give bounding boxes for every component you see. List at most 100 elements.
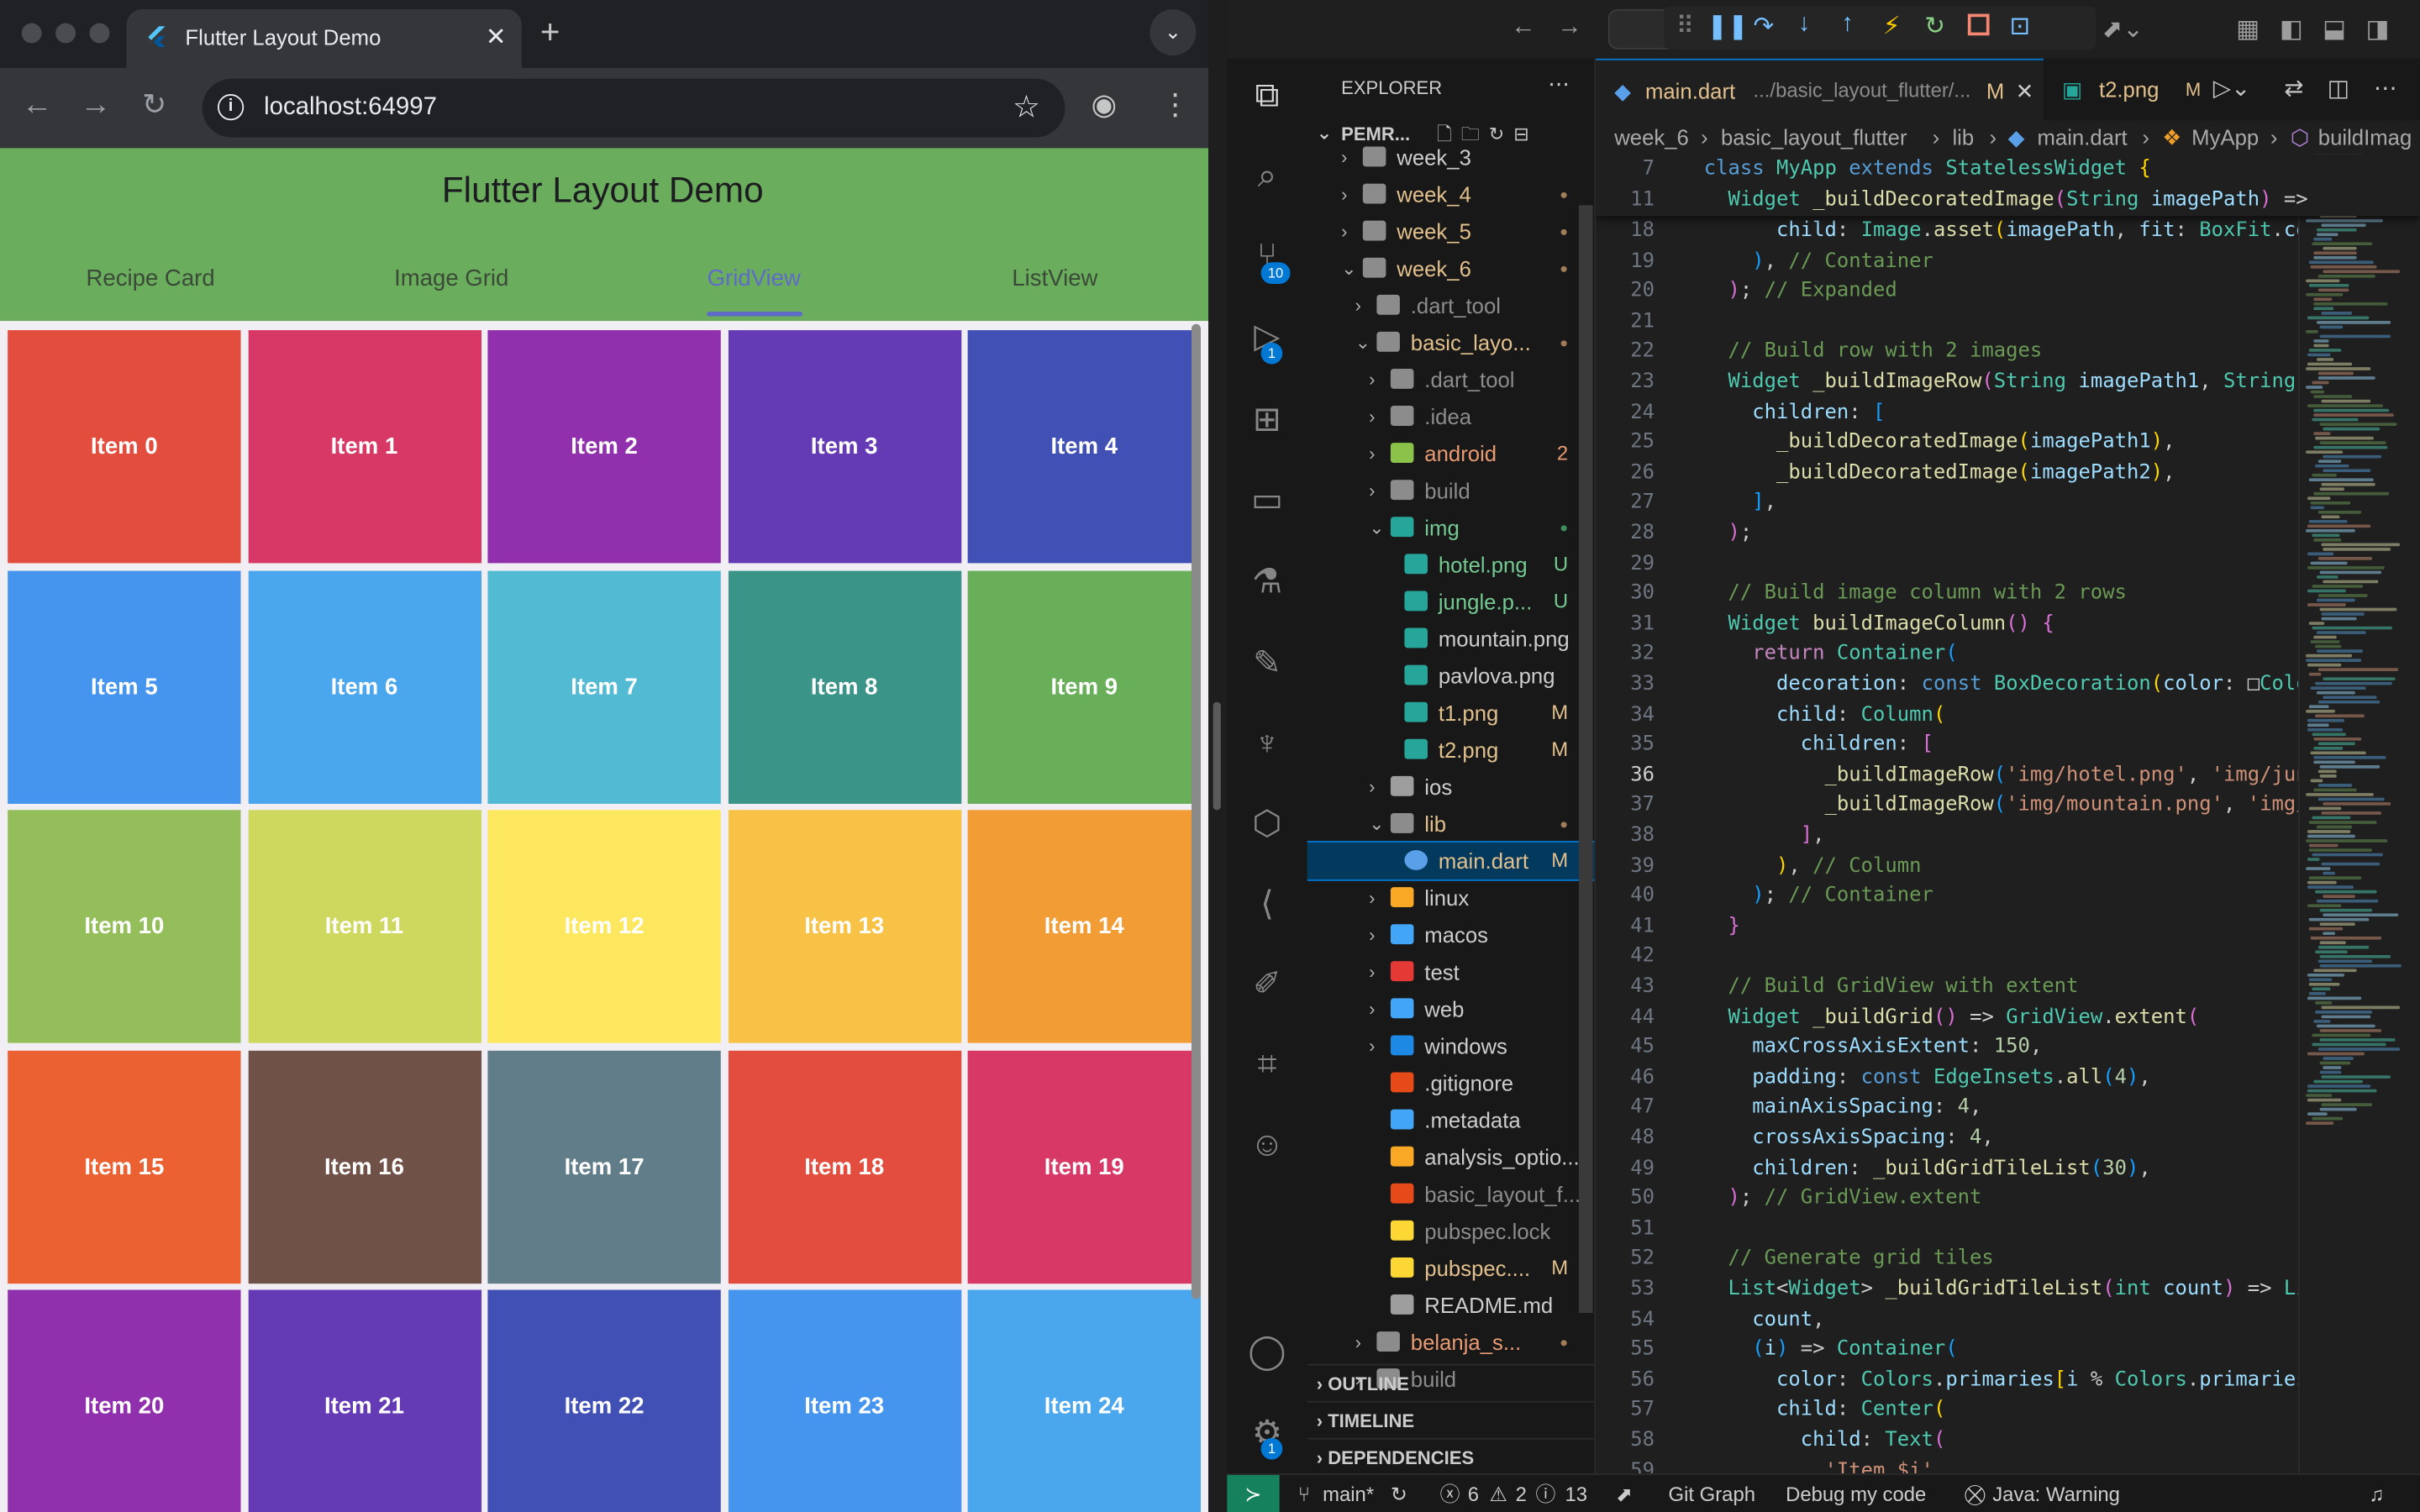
warning-icon[interactable]: ⚠ [1489, 1475, 1507, 1512]
remote-indicator-icon[interactable]: ≻ [1227, 1474, 1280, 1512]
sticky-scroll-header[interactable]: 7 class MyApp extends StatelessWidget {11… [1596, 154, 2420, 217]
java-status[interactable]: Java: Warning [1992, 1475, 2120, 1512]
extensions-icon[interactable]: ⊞ [1245, 398, 1288, 441]
outline-section[interactable]: › OUTLINE [1307, 1363, 1595, 1401]
more-actions-icon[interactable]: ⋯ [2374, 74, 2397, 102]
tree-file[interactable]: t2.png M [1307, 732, 1595, 769]
info-count[interactable]: 13 [1565, 1475, 1587, 1512]
notifications-bell-icon[interactable]: ♫ [2369, 1475, 2384, 1512]
tree-file[interactable]: pubspec.... M [1307, 1250, 1595, 1287]
close-tab-icon[interactable]: ✕ [486, 22, 507, 53]
tree-folder[interactable]: › test [1307, 953, 1595, 990]
code-line[interactable]: ), // Container [1704, 249, 1933, 273]
sync-icon[interactable]: ↻ [1391, 1475, 1407, 1512]
breadcrumb-item[interactable]: buildImag [2318, 120, 2412, 154]
error-count[interactable]: 6 [1468, 1475, 1479, 1512]
grid-scrollbar[interactable] [1191, 323, 1201, 1299]
timeline-section[interactable]: › TIMELINE [1307, 1400, 1595, 1438]
python-icon[interactable]: ♆ [1245, 722, 1288, 765]
package-icon[interactable]: ⬡ [1245, 802, 1288, 845]
code-line[interactable]: _buildDecoratedImage(imagePath1), [1704, 431, 2175, 454]
code-line[interactable]: // Generate grid tiles [1704, 1247, 1994, 1271]
stop-icon[interactable] [1967, 13, 1990, 36]
tree-file[interactable]: README.md [1307, 1287, 1595, 1324]
back-arrow-icon[interactable]: ← [22, 88, 53, 123]
tree-folder[interactable]: › ios [1307, 769, 1595, 806]
edit-pen-icon[interactable]: ✐ [1245, 963, 1288, 1005]
tree-folder[interactable]: ⌄ img ● [1307, 509, 1595, 546]
menu-kebab-icon[interactable]: ⋮ [1160, 88, 1190, 123]
tree-folder[interactable]: › windows [1307, 1027, 1595, 1064]
branch-name[interactable]: main* [1323, 1475, 1374, 1512]
sticky-code-line[interactable]: Widget _buildDecoratedImage(String image… [1704, 187, 2308, 211]
new-tab-button[interactable]: + [540, 13, 560, 53]
info-icon[interactable]: ⓘ [1536, 1475, 1556, 1512]
step-over-icon[interactable]: ↷ [1754, 11, 1775, 42]
dependencies-section[interactable]: › DEPENDENCIES [1307, 1437, 1595, 1473]
tab-gridview[interactable]: GridView [603, 265, 904, 291]
tree-folder[interactable]: ⌄ basic_layo... ● [1307, 324, 1595, 361]
window-splitter[interactable] [1208, 0, 1228, 1512]
copilot-icon[interactable]: ☺ [1245, 1123, 1288, 1166]
inspect-widget-icon[interactable]: ⊡ [2009, 11, 2030, 42]
minimize-window-button[interactable] [55, 23, 76, 44]
tab-image-grid[interactable]: Image Grid [301, 265, 602, 291]
remote-explorer-icon[interactable]: ▭ [1245, 478, 1288, 521]
warning-count[interactable]: 2 [1516, 1475, 1527, 1512]
tree-file[interactable]: pavlova.png [1307, 657, 1595, 694]
close-window-button[interactable] [21, 23, 42, 44]
toggle-panel-icon[interactable]: ⬓ [2323, 14, 2346, 45]
tree-file[interactable]: jungle.p... U [1307, 583, 1595, 620]
sidebar-scrollbar[interactable] [1578, 205, 1593, 1314]
tree-file[interactable]: .gitignore [1307, 1064, 1595, 1101]
tree-file[interactable]: mountain.png [1307, 620, 1595, 657]
breadcrumb-item[interactable]: basic_layout_flutter [1721, 120, 1907, 154]
browser-tab[interactable]: Flutter Layout Demo ✕ [126, 9, 522, 68]
code-line[interactable]: crossAxisSpacing: 4, [1704, 1126, 1994, 1150]
paint-icon[interactable]: ✎ [1245, 642, 1288, 685]
explorer-more-icon[interactable]: ⋯ [1548, 71, 1570, 97]
address-bar[interactable]: i localhost:64997 ☆ [202, 78, 1065, 138]
forward-arrow-icon[interactable]: → [81, 88, 112, 123]
code-editor[interactable]: 7 class MyApp extends StatelessWidget {11… [1596, 154, 2420, 1473]
code-line[interactable]: child: Center( [1704, 1399, 1945, 1422]
restart-icon[interactable]: ↻ [1924, 11, 1945, 42]
tree-file[interactable]: analysis_optio... [1307, 1139, 1595, 1176]
pause-icon[interactable]: ❚❚ [1707, 11, 1748, 42]
code-line[interactable]: maxCrossAxisExtent: 150, [1704, 1036, 2042, 1059]
tree-folder[interactable]: › week_5 ● [1307, 213, 1595, 249]
code-line[interactable]: return Container( [1704, 643, 1957, 666]
code-line[interactable]: child: Column( [1704, 703, 1945, 727]
code-line[interactable]: children: _buildGridTileList(30), [1704, 1157, 2150, 1180]
code-line[interactable]: padding: const EdgeInsets.all(4), [1704, 1066, 2150, 1089]
code-line[interactable]: (i) => Container( [1704, 1338, 1957, 1362]
code-line[interactable]: Widget buildImageColumn() { [1704, 612, 2054, 636]
code-line[interactable]: Widget _buildGrid() => GridView.extent( [1704, 1005, 2200, 1029]
code-line[interactable]: _buildDecoratedImage(imagePath2), [1704, 461, 2175, 485]
tree-folder[interactable]: › week_4 ● [1307, 176, 1595, 213]
code-line[interactable]: ); // GridView.extent [1704, 1187, 1982, 1210]
explorer-files-icon[interactable]: ⧉ [1245, 74, 1288, 117]
code-line[interactable]: // Build image column with 2 rows [1704, 582, 2127, 606]
code-line[interactable]: ), // Column [1704, 854, 1922, 878]
tree-folder[interactable]: ⌄ week_6 ● [1307, 250, 1595, 287]
code-line[interactable]: children: [ [1704, 733, 1933, 757]
tree-file[interactable]: .metadata [1307, 1101, 1595, 1138]
profile-icon[interactable]: ◉ [1092, 88, 1117, 123]
tree-folder[interactable]: › week_3 [1307, 139, 1595, 176]
code-line[interactable]: count, [1704, 1308, 1824, 1331]
code-line[interactable]: ); // Expanded [1704, 280, 1897, 303]
customize-layout-icon[interactable]: ▦ [2236, 14, 2260, 45]
code-line[interactable]: // Build row with 2 images [1704, 340, 2043, 364]
tree-folder[interactable]: ⌄ lib ● [1307, 806, 1595, 843]
code-line[interactable]: child: Image.asset(imagePath, fit: BoxFi… [1704, 219, 2344, 243]
tab-search-chevron-icon[interactable]: ⌄ [1150, 9, 1197, 56]
testing-flask-icon[interactable]: ⚗ [1245, 560, 1288, 603]
tree-folder[interactable]: › web [1307, 990, 1595, 1027]
debug-my-code-button[interactable]: Debug my code [1786, 1475, 1926, 1512]
tree-folder[interactable]: › .dart_tool [1307, 361, 1595, 398]
code-line[interactable]: ], [1704, 824, 1825, 848]
flutter-icon[interactable]: ⟨ [1245, 883, 1288, 926]
drag-handle-icon[interactable]: ⠿ [1676, 11, 1695, 42]
breadcrumb-item[interactable]: week_6 [1614, 120, 1689, 154]
